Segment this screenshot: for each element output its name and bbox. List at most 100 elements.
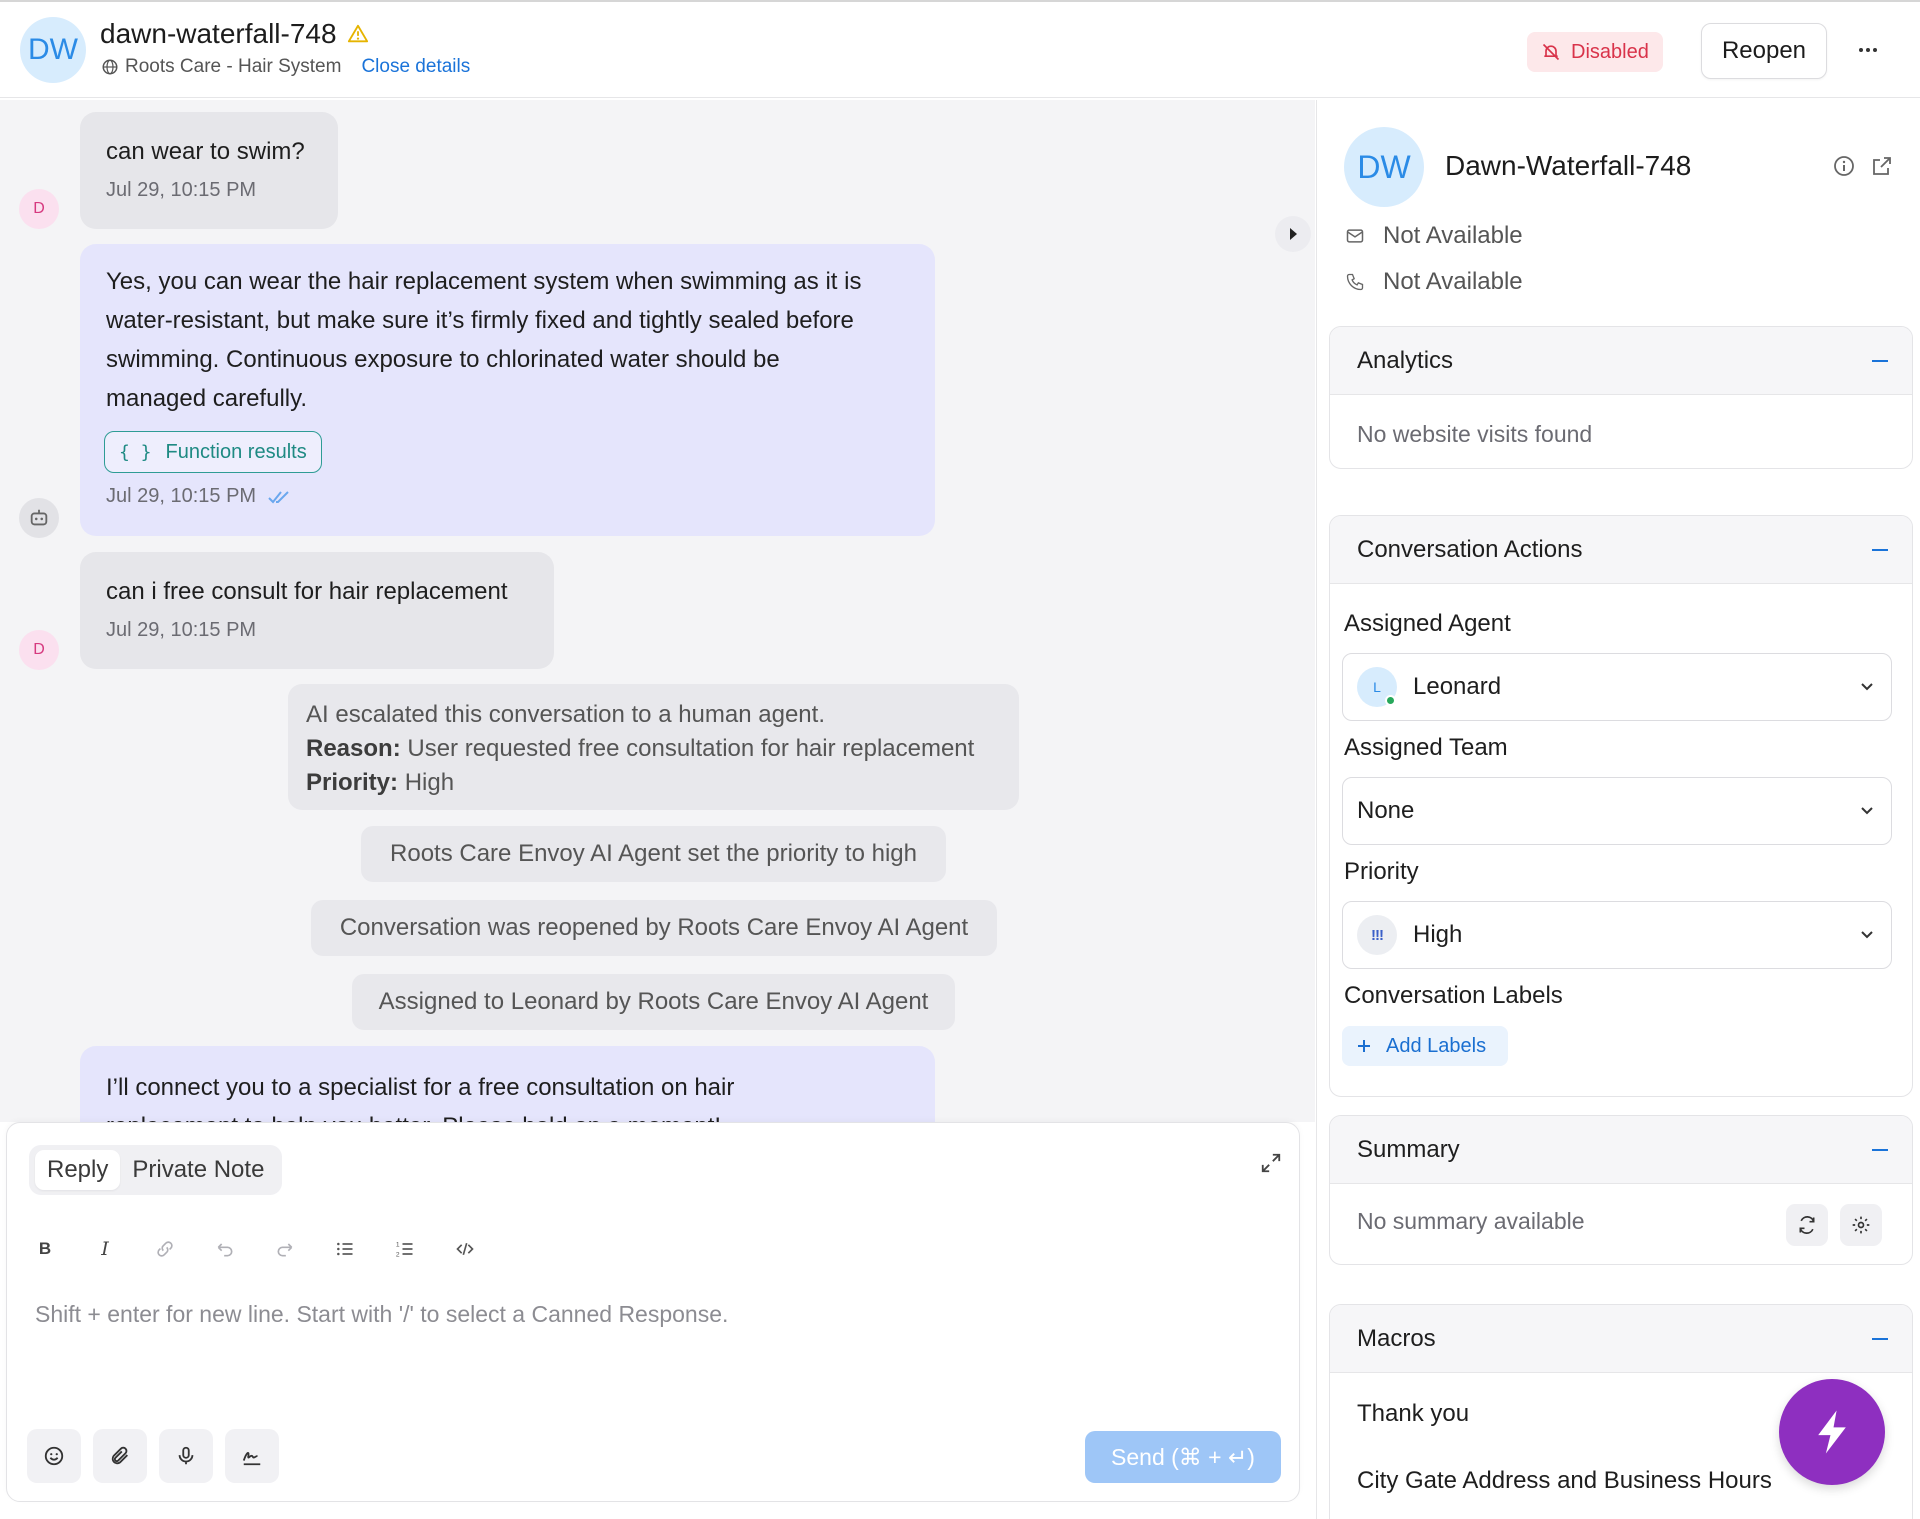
double-check-icon xyxy=(268,490,289,503)
toggle-sidebar-button[interactable] xyxy=(1275,216,1311,252)
add-labels-label: Add Labels xyxy=(1386,1034,1487,1057)
composer-actions xyxy=(27,1429,279,1483)
info-icon[interactable] xyxy=(1832,154,1856,178)
assigned-team-label: Assigned Team xyxy=(1344,734,1508,761)
italic-button[interactable]: I xyxy=(87,1231,123,1267)
bullet-list-button[interactable] xyxy=(327,1231,363,1267)
analytics-empty: No website visits found xyxy=(1357,421,1593,447)
reopen-button[interactable]: Reopen xyxy=(1701,23,1827,79)
summary-title: Summary xyxy=(1357,1135,1460,1163)
redo-button[interactable] xyxy=(267,1231,303,1267)
more-options-button[interactable] xyxy=(1846,30,1890,70)
assigned-team-select[interactable]: None xyxy=(1342,777,1892,845)
refresh-icon xyxy=(1799,1216,1815,1234)
analytics-title: Analytics xyxy=(1357,346,1454,374)
link-button[interactable] xyxy=(147,1231,183,1267)
refresh-summary-button[interactable] xyxy=(1786,1204,1828,1246)
reply-composer: Reply Private Note B I 12 Send (⌘ + ↵) xyxy=(6,1122,1300,1502)
voice-button[interactable] xyxy=(159,1429,213,1483)
warning-icon xyxy=(347,24,368,43)
reason-label: Reason: xyxy=(306,735,401,762)
send-button[interactable]: Send (⌘ + ↵) xyxy=(1085,1431,1281,1483)
attach-button[interactable] xyxy=(93,1429,147,1483)
analytics-header[interactable]: Analytics xyxy=(1330,327,1912,395)
timestamp: Jul 29, 10:15 PM xyxy=(106,179,257,201)
bullet-list-icon xyxy=(337,1242,353,1256)
emoji-button[interactable] xyxy=(27,1429,81,1483)
quick-actions-button[interactable] xyxy=(1779,1379,1885,1485)
macros-header[interactable]: Macros xyxy=(1330,1305,1912,1373)
escalation-priority: Priority: High xyxy=(306,766,1001,800)
close-details-link[interactable]: Close details xyxy=(361,56,470,78)
collapse-icon[interactable] xyxy=(1872,548,1888,551)
sender-avatar: D xyxy=(19,189,59,229)
message-time: Jul 29, 10:15 PM xyxy=(106,179,312,202)
globe-icon xyxy=(102,59,118,75)
chevron-down-icon xyxy=(1861,683,1873,691)
numbered-list-button[interactable]: 12 xyxy=(387,1231,423,1267)
message-bubble-outgoing: Yes, you can wear the hair replacement s… xyxy=(80,244,935,536)
escalation-line: AI escalated this conversation to a huma… xyxy=(306,701,825,728)
undo-button[interactable] xyxy=(207,1231,243,1267)
status-badge: Disabled xyxy=(1527,32,1663,72)
bold-button[interactable]: B xyxy=(27,1231,63,1267)
conversation-labels-label: Conversation Labels xyxy=(1344,982,1563,1009)
summary-empty: No summary available xyxy=(1357,1208,1585,1234)
collapse-icon[interactable] xyxy=(1872,359,1888,362)
message-line: swimming. Continuous exposure to chlorin… xyxy=(106,346,780,373)
priority-icon: !!! xyxy=(1357,915,1397,955)
contact-email-row: Not Available xyxy=(1345,222,1523,250)
contact-sidebar[interactable]: DW Dawn-Waterfall-748 Not Available Not … xyxy=(1316,100,1920,1519)
app-root: DW dawn-waterfall-748 Roots Care - Hair … xyxy=(0,0,1920,1519)
lightning-icon xyxy=(1818,1410,1846,1454)
conversation-header: DW dawn-waterfall-748 Roots Care - Hair … xyxy=(0,2,1920,98)
summary-header[interactable]: Summary xyxy=(1330,1116,1912,1184)
online-indicator xyxy=(1385,695,1396,706)
collapse-icon[interactable] xyxy=(1872,1148,1888,1151)
redo-icon xyxy=(277,1243,293,1257)
svg-text:1: 1 xyxy=(396,1242,400,1249)
code-button[interactable] xyxy=(447,1231,483,1267)
macro-item[interactable]: Thank you xyxy=(1357,1400,1469,1428)
italic-icon: I xyxy=(101,1238,109,1260)
contact-phone-row: Not Available xyxy=(1345,268,1523,296)
signature-button[interactable] xyxy=(225,1429,279,1483)
reason-value: User requested free consultation for hai… xyxy=(407,735,975,762)
expand-composer-button[interactable] xyxy=(1251,1143,1291,1183)
expand-icon xyxy=(1261,1153,1281,1173)
collapse-icon[interactable] xyxy=(1872,1337,1888,1340)
paperclip-icon xyxy=(111,1446,128,1465)
tab-reply[interactable]: Reply xyxy=(35,1150,121,1190)
message-time: Jul 29, 10:15 PM xyxy=(106,619,528,642)
agent-initial: L xyxy=(1373,679,1381,695)
summary-settings-button[interactable] xyxy=(1840,1204,1882,1246)
assigned-agent-label: Assigned Agent xyxy=(1344,610,1511,637)
external-link-icon[interactable] xyxy=(1870,154,1894,178)
link-icon xyxy=(157,1241,173,1257)
summary-card: Summary No summary available xyxy=(1329,1115,1913,1265)
priority-label: Priority xyxy=(1344,858,1419,885)
conversation-actions-header[interactable]: Conversation Actions xyxy=(1330,516,1912,584)
tab-private-note[interactable]: Private Note xyxy=(120,1150,276,1190)
chevron-down-icon xyxy=(1861,807,1873,815)
message-line: managed carefully. xyxy=(106,385,307,412)
timestamp: Jul 29, 10:15 PM xyxy=(106,485,257,507)
status-badge-label: Disabled xyxy=(1571,40,1649,63)
conversation-actions-card: Conversation Actions Assigned Agent L Le… xyxy=(1329,515,1913,1097)
more-horizontal-icon xyxy=(1859,48,1877,52)
message-text: I’ll connect you to a specialist for a f… xyxy=(106,1046,909,1122)
function-results-button[interactable]: { } Function results xyxy=(104,431,322,473)
escalation-notice: AI escalated this conversation to a huma… xyxy=(288,684,1019,810)
analytics-card: Analytics No website visits found xyxy=(1329,326,1913,469)
assigned-agent-select[interactable]: L Leonard xyxy=(1342,653,1892,721)
message-input[interactable] xyxy=(35,1301,1265,1421)
macro-item[interactable]: City Gate Address and Business Hours xyxy=(1357,1467,1772,1495)
code-icon xyxy=(456,1242,474,1256)
message-list[interactable]: D can wear to swim? Jul 29, 10:15 PM Yes… xyxy=(0,100,1315,1122)
message-text: Yes, you can wear the hair replacement s… xyxy=(106,244,909,418)
priority-select[interactable]: !!! High xyxy=(1342,901,1892,969)
add-labels-button[interactable]: Add Labels xyxy=(1342,1026,1508,1066)
activity-message: Assigned to Leonard by Roots Care Envoy … xyxy=(352,974,955,1030)
gear-icon xyxy=(1852,1216,1870,1234)
mail-icon xyxy=(1346,229,1364,243)
